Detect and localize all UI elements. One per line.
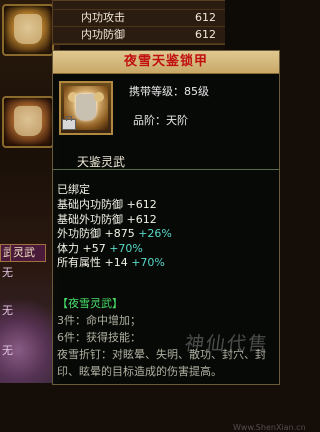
side-char: 无 bbox=[2, 266, 13, 279]
stat-row: 基础内功防御 +612 bbox=[57, 198, 277, 212]
stat-label: 体力 bbox=[57, 241, 79, 255]
stat-label: 基础外功防御 bbox=[57, 212, 123, 226]
divider bbox=[53, 169, 279, 170]
set-piece-3: 3件：命中增加； bbox=[57, 314, 141, 327]
armor-icon bbox=[14, 14, 42, 44]
stat-label: 基础内功防御 bbox=[57, 198, 123, 212]
set-name: 【夜雪灵武】 bbox=[57, 297, 123, 310]
stat-row: 基础外功防御 +612 bbox=[57, 213, 277, 227]
stat-value: +57 bbox=[82, 241, 106, 255]
attribute-row: 内功防御 612 bbox=[53, 27, 228, 44]
attribute-list: 内功攻击 612 内功防御 612 bbox=[52, 0, 229, 45]
stat-row: 外功防御 +875 +26% bbox=[57, 227, 277, 241]
equipment-slot-armor[interactable] bbox=[2, 4, 54, 56]
watermark: 神仙代售 bbox=[183, 333, 271, 355]
stat-bonus: +70% bbox=[109, 241, 143, 255]
bound-lock-icon bbox=[62, 116, 76, 130]
stat-row: 所有属性 +14 +70% bbox=[57, 256, 277, 270]
weapon-icon bbox=[14, 106, 42, 136]
stat-label: 所有属性 bbox=[57, 255, 101, 269]
side-char: 无 bbox=[2, 304, 13, 317]
equipment-slot-weapon[interactable] bbox=[2, 96, 54, 148]
side-char: 无 bbox=[2, 344, 13, 357]
background-strip bbox=[225, 0, 280, 52]
item-icon-frame bbox=[59, 81, 113, 135]
stat-label: 外功防御 bbox=[57, 227, 101, 241]
stat-value: +612 bbox=[126, 198, 157, 212]
stat-list: 已绑定 基础内功防御 +612 基础外功防御 +612 外功防御 +875 +2… bbox=[57, 183, 277, 270]
stat-value: +875 bbox=[104, 227, 135, 241]
attribute-row-partial bbox=[53, 1, 228, 10]
bound-status: 已绑定 bbox=[57, 183, 90, 196]
attribute-label: 内功攻击 bbox=[81, 11, 125, 24]
stat-value: +612 bbox=[126, 212, 157, 226]
stat-row: 体力 +57 +70% bbox=[57, 242, 277, 256]
required-level: 携带等级：85级 bbox=[129, 85, 209, 98]
item-subtitle: 天鉴灵武 bbox=[77, 155, 126, 169]
attribute-value: 612 bbox=[195, 11, 216, 24]
attribute-label: 内功防御 bbox=[81, 28, 125, 41]
armor-shoulder-icon bbox=[94, 92, 104, 102]
armor-chest-icon bbox=[76, 94, 96, 120]
item-grade: 品阶：天阶 bbox=[133, 114, 188, 127]
stat-value: +14 bbox=[104, 255, 128, 269]
attribute-row: 内功攻击 612 bbox=[53, 10, 228, 27]
tab-lingwu[interactable]: 灵武 bbox=[10, 244, 46, 262]
item-tooltip: 夜雪天鉴锁甲 携带等级：85级 品阶：天阶 天鉴灵武 已绑定 基础内功防御 +6… bbox=[52, 50, 306, 432]
attribute-value: 612 bbox=[195, 28, 216, 41]
stat-bonus: +70% bbox=[131, 255, 165, 269]
stat-bonus: +26% bbox=[138, 227, 172, 241]
tooltip-title-bar: 夜雪天鉴锁甲 bbox=[53, 51, 279, 74]
item-title: 夜雪天鉴锁甲 bbox=[123, 54, 208, 69]
watermark-url: Www.ShenXian.cn bbox=[233, 423, 306, 432]
